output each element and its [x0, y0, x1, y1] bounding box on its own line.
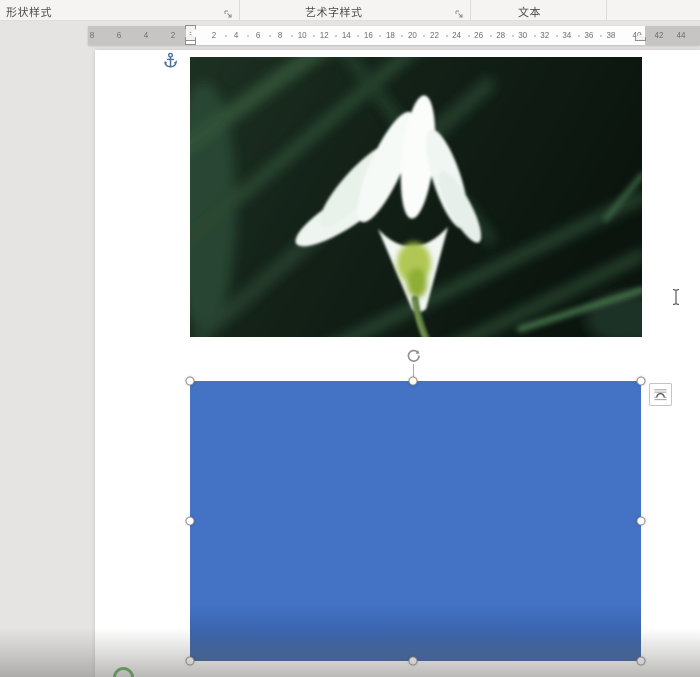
ruler-midtick	[335, 35, 337, 37]
ruler-number: 16	[364, 31, 373, 40]
ruler-number: 8	[278, 31, 282, 40]
document-page[interactable]	[95, 50, 700, 677]
ruler-number: 26	[474, 31, 483, 40]
ruler-number: 44	[677, 31, 686, 40]
ruler-midtick	[423, 35, 425, 37]
horizontal-ruler[interactable]: 8642246810121416182022242628303234363840…	[0, 21, 700, 50]
ruler-midtick	[600, 35, 602, 37]
ruler-number: 2	[171, 31, 175, 40]
ruler-number: 4	[234, 31, 238, 40]
text-cursor-ibeam-icon	[671, 288, 681, 306]
ruler-midtick	[556, 35, 558, 37]
ruler-midtick	[379, 35, 381, 37]
selected-rectangle-shape[interactable]	[190, 381, 641, 661]
ruler-number: 20	[408, 31, 417, 40]
object-anchor-icon	[163, 52, 178, 69]
ruler-midtick	[225, 35, 227, 37]
ribbon-group-separator	[470, 0, 471, 20]
ruler-right-margin-zone	[645, 26, 700, 45]
resize-handle-bottom-right[interactable]	[637, 657, 646, 666]
ruler-number: 28	[496, 31, 505, 40]
ruler-number: 12	[320, 31, 329, 40]
ruler-midtick	[468, 35, 470, 37]
ruler-bar[interactable]: 8642246810121416182022242628303234363840…	[88, 26, 700, 45]
flower-photo[interactable]	[190, 57, 642, 337]
resize-handle-middle-right[interactable]	[637, 517, 646, 526]
assistant-bubble-icon[interactable]	[113, 667, 134, 677]
ruler-midtick	[269, 35, 271, 37]
dialog-launcher-icon[interactable]	[224, 7, 234, 17]
left-indent-marker[interactable]	[185, 40, 196, 45]
ruler-midtick	[357, 35, 359, 37]
ruler-midtick	[512, 35, 514, 37]
ribbon-group-bar: 形状样式 艺术字样式 文本	[0, 0, 700, 21]
layout-options-button[interactable]	[649, 383, 672, 406]
ruler-midtick	[291, 35, 293, 37]
ruler-midtick	[313, 35, 315, 37]
ruler-number: 6	[256, 31, 260, 40]
first-line-indent-marker[interactable]	[185, 25, 196, 33]
resize-handle-bottom-left[interactable]	[186, 657, 195, 666]
resize-handle-bottom-middle[interactable]	[409, 657, 418, 666]
ruler-number: 36	[584, 31, 593, 40]
resize-handle-middle-left[interactable]	[186, 517, 195, 526]
rotation-handle-icon[interactable]	[405, 347, 422, 364]
ribbon-group-shape-styles[interactable]: 形状样式	[6, 4, 52, 20]
ruler-number: 30	[518, 31, 527, 40]
resize-handle-top-right[interactable]	[637, 377, 646, 386]
resize-handle-top-left[interactable]	[186, 377, 195, 386]
ruler-midtick	[490, 35, 492, 37]
ruler-number: 34	[562, 31, 571, 40]
resize-handle-top-middle[interactable]	[409, 377, 418, 386]
ruler-number: 42	[655, 31, 664, 40]
ruler-number: 2	[212, 31, 216, 40]
ruler-midtick	[534, 35, 536, 37]
ribbon-group-wordart-styles[interactable]: 艺术字样式	[305, 4, 363, 20]
rotation-connector-line	[413, 364, 414, 377]
ribbon-group-text[interactable]: 文本	[518, 4, 541, 20]
dialog-launcher-icon[interactable]	[455, 7, 465, 17]
ruler-number: 32	[540, 31, 549, 40]
ruler-number: 6	[117, 31, 121, 40]
ribbon-group-separator	[606, 0, 607, 20]
ruler-number: 22	[430, 31, 439, 40]
ruler-number: 4	[144, 31, 148, 40]
ruler-midtick	[578, 35, 580, 37]
ribbon-group-separator	[239, 0, 240, 20]
ruler-midtick	[446, 35, 448, 37]
ruler-number: 38	[606, 31, 615, 40]
ruler-number: 14	[342, 31, 351, 40]
ruler-midtick	[401, 35, 403, 37]
ruler-midtick	[247, 35, 249, 37]
ruler-number: 8	[90, 31, 94, 40]
ruler-number: 10	[298, 31, 307, 40]
ruler-number: 24	[452, 31, 461, 40]
ruler-number: 18	[386, 31, 395, 40]
